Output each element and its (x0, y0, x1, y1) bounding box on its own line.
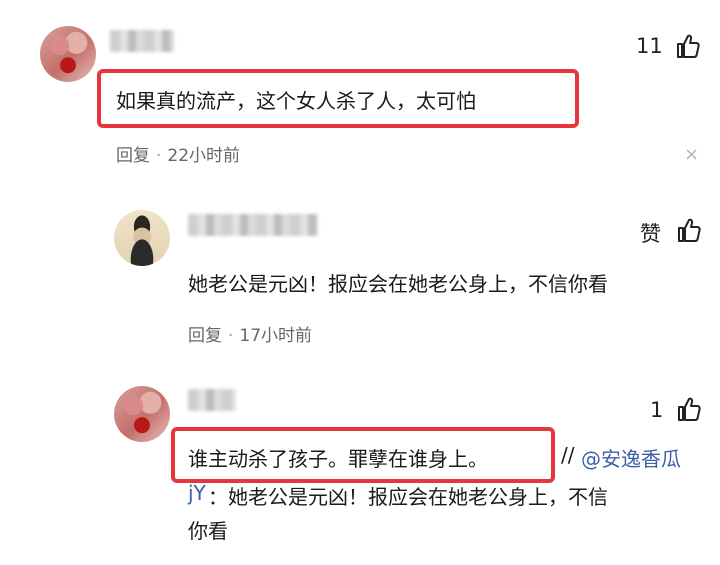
meta-separator: · (228, 326, 234, 346)
comment-text: ：她老公是元凶！报应会在她老公身上，不信 (208, 485, 608, 509)
username-blurred[interactable] (188, 214, 318, 236)
close-icon[interactable]: × (684, 144, 699, 165)
reply-button[interactable]: 回复 (188, 326, 222, 346)
mention-link[interactable]: jY (188, 481, 206, 505)
username-blurred[interactable] (110, 30, 174, 52)
thumbs-up-icon[interactable] (677, 217, 701, 243)
comment-text: 你看 (188, 519, 228, 543)
comment-meta: 回复 · 22小时前 (116, 141, 240, 166)
like-count: 11 (636, 34, 663, 58)
like-count: 1 (650, 398, 664, 422)
reply-slashes: // (561, 443, 575, 467)
avatar[interactable] (40, 26, 96, 82)
meta-separator: · (156, 146, 162, 166)
comment-text-highlighted: 谁主动杀了孩子。罪孽在谁身上。 (188, 447, 488, 471)
timestamp: 22小时前 (167, 146, 241, 166)
avatar[interactable] (114, 210, 170, 266)
like-label: 赞 (640, 222, 661, 246)
reply-button[interactable]: 回复 (116, 146, 150, 166)
comment-text: 如果真的流产，这个女人杀了人，太可怕 (116, 89, 476, 113)
comment-meta: 回复 · 17小时前 (188, 321, 312, 346)
avatar[interactable] (114, 386, 170, 442)
thumbs-up-icon[interactable] (677, 396, 701, 422)
username-blurred[interactable] (188, 389, 236, 411)
timestamp: 17小时前 (239, 326, 313, 346)
mention-link[interactable]: @安逸香瓜 (581, 443, 681, 472)
comment-text: 她老公是元凶！报应会在她老公身上，不信你看 (188, 272, 608, 296)
thumbs-up-icon[interactable] (676, 33, 700, 59)
